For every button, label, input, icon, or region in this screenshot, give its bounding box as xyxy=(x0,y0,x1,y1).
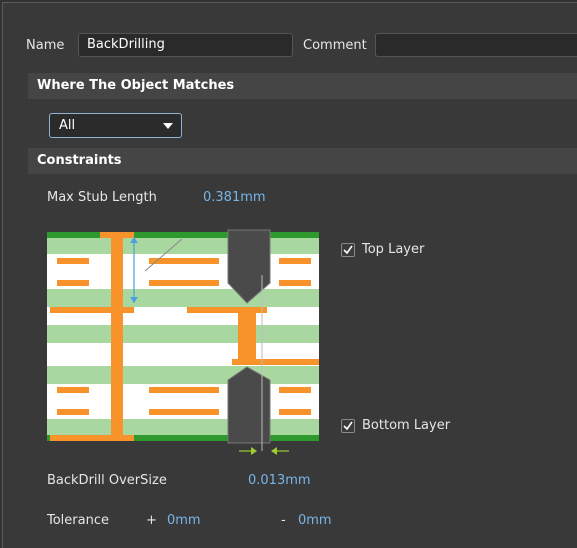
tolerance-minus-value[interactable]: 0mm xyxy=(298,513,332,528)
tolerance-plus-sign: + xyxy=(146,513,157,528)
chevron-down-icon xyxy=(163,123,173,129)
bottom-layer-checkbox[interactable] xyxy=(341,419,355,433)
top-soldermask xyxy=(47,232,319,238)
name-label: Name xyxy=(26,38,65,53)
match-select[interactable]: All xyxy=(49,113,182,138)
tolerance-plus-value[interactable]: 0mm xyxy=(167,513,201,528)
backdrill-stackup-diagram xyxy=(47,229,319,451)
section-header-where-matches: Where The Object Matches xyxy=(28,73,577,99)
bottom-backdrill-hole xyxy=(227,366,271,444)
backdrill-oversize-label: BackDrill OverSize xyxy=(47,473,167,488)
oversize-arrows-icon xyxy=(239,447,289,455)
checkmark-icon xyxy=(343,421,353,431)
match-select-value: All xyxy=(59,118,76,133)
top-layer-checkbox[interactable] xyxy=(341,243,355,257)
tolerance-label: Tolerance xyxy=(47,513,109,528)
comment-label: Comment xyxy=(303,38,367,53)
tolerance-minus-sign: - xyxy=(281,513,286,528)
bottom-layer-label: Bottom Layer xyxy=(362,418,451,433)
section-header-constraints: Constraints xyxy=(28,148,577,174)
via-stub xyxy=(238,313,256,363)
name-field[interactable]: BackDrilling xyxy=(78,33,293,57)
max-stub-length-label: Max Stub Length xyxy=(47,190,157,205)
max-stub-length-value[interactable]: 0.381mm xyxy=(203,190,266,205)
top-layer-label: Top Layer xyxy=(362,242,425,257)
checkmark-icon xyxy=(343,245,353,255)
rule-editor-panel: Name BackDrilling Comment Where The Obje… xyxy=(2,2,577,548)
comment-field[interactable] xyxy=(375,33,577,57)
backdrill-oversize-value[interactable]: 0.013mm xyxy=(248,473,311,488)
